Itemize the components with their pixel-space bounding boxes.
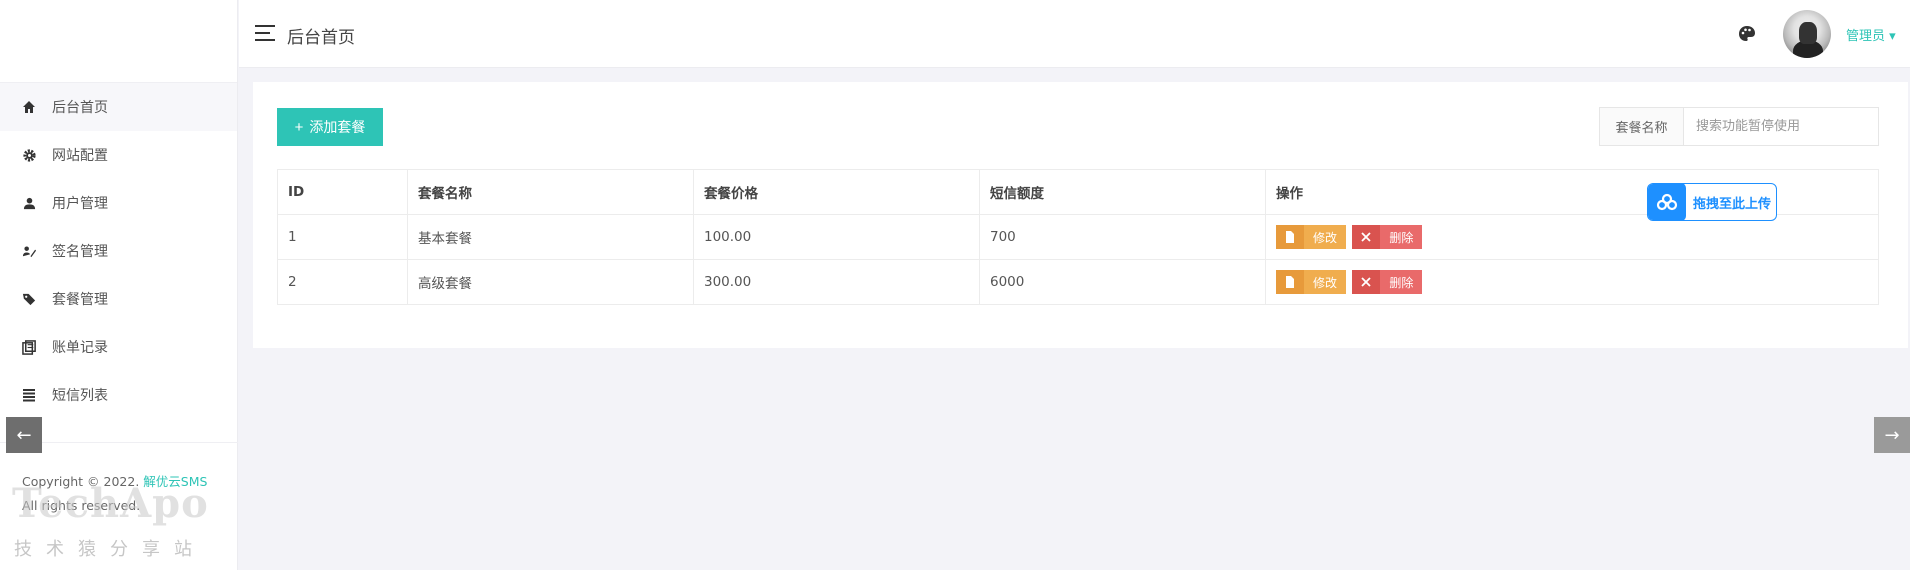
watermark-title: TechApo <box>12 480 209 527</box>
sidebar-item-label: 套餐管理 <box>52 292 108 308</box>
upload-label: 拖拽至此上传 <box>1693 196 1772 212</box>
plan-table: ID 套餐名称 套餐价格 短信额度 操作 1 基本套餐 100.00 700 修… <box>277 169 1879 305</box>
file-icon <box>1276 270 1304 294</box>
home-icon <box>20 98 38 116</box>
search-box: 套餐名称 <box>1599 107 1879 146</box>
delete-button[interactable]: 删除 <box>1352 225 1423 249</box>
baidu-cloud-icon <box>1648 184 1686 220</box>
cell-name: 基本套餐 <box>407 214 694 260</box>
sidebar-item-plans[interactable]: 套餐管理 <box>0 275 237 323</box>
page-title: 后台首页 <box>287 28 355 48</box>
edit-label: 修改 <box>1304 270 1347 294</box>
top-header: 后台首页 管理员 ▾ <box>239 0 1910 68</box>
sidebar-item-home[interactable]: 后台首页 <box>0 83 237 131</box>
arrow-left-button[interactable]: ← <box>6 417 42 453</box>
avatar[interactable] <box>1783 10 1831 58</box>
plus-icon: + <box>294 118 304 136</box>
sidebar-item-label: 签名管理 <box>52 244 108 260</box>
arrow-right-icon: → <box>1884 424 1900 446</box>
sidebar-item-label: 用户管理 <box>52 196 108 212</box>
search-label: 套餐名称 <box>1600 108 1684 145</box>
sidebar-item-label: 网站配置 <box>52 148 108 164</box>
cell-actions: 修改 删除 <box>1265 214 1879 260</box>
list-icon <box>20 386 38 404</box>
arrow-left-icon: ← <box>16 424 32 446</box>
table-row: 2 高级套餐 300.00 6000 修改 删除 <box>277 259 1879 305</box>
user-menu-dropdown[interactable]: 管理员 ▾ <box>1846 25 1896 44</box>
watermark-subtitle: 技术猿分享站 <box>14 539 206 560</box>
column-header-actions: 操作 <box>1265 169 1879 215</box>
column-header-price: 套餐价格 <box>693 169 980 215</box>
sidebar-item-label: 账单记录 <box>52 340 108 356</box>
cell-actions: 修改 删除 <box>1265 259 1879 305</box>
search-input[interactable] <box>1684 108 1878 145</box>
sidebar-item-bills[interactable]: 账单记录 <box>0 323 237 371</box>
sidebar-item-site-config[interactable]: 网站配置 <box>0 131 237 179</box>
user-icon <box>20 194 38 212</box>
hamburger-menu-icon[interactable] <box>255 25 275 41</box>
chevron-down-icon: ▾ <box>1889 29 1896 44</box>
sidebar-item-signatures[interactable]: 签名管理 <box>0 227 237 275</box>
sidebar-item-sms-list[interactable]: 短信列表 <box>0 371 237 419</box>
gear-icon <box>20 146 38 164</box>
sidebar-logo-area <box>0 0 237 83</box>
edit-button[interactable]: 修改 <box>1276 225 1347 249</box>
sidebar-item-label: 短信列表 <box>52 388 108 404</box>
cell-id: 1 <box>277 214 408 260</box>
column-header-quota: 短信额度 <box>979 169 1266 215</box>
add-plan-label: 添加套餐 <box>309 119 366 135</box>
sidebar-menu: 后台首页 网站配置 用户管理 签名管理 套餐管理 账单记录 短信列表 <box>0 83 237 419</box>
file-icon <box>1276 225 1304 249</box>
cell-quota: 700 <box>979 214 1266 260</box>
delete-button[interactable]: 删除 <box>1352 270 1423 294</box>
sidebar-item-users[interactable]: 用户管理 <box>0 179 237 227</box>
cell-id: 2 <box>277 259 408 305</box>
delete-label: 删除 <box>1380 225 1423 249</box>
cell-name: 高级套餐 <box>407 259 694 305</box>
table-row: 1 基本套餐 100.00 700 修改 删除 <box>277 214 1879 260</box>
signature-icon <box>20 242 38 260</box>
cell-quota: 6000 <box>979 259 1266 305</box>
book-icon <box>20 338 38 356</box>
column-header-id: ID <box>277 169 408 215</box>
cell-price: 100.00 <box>693 214 980 260</box>
palette-icon[interactable] <box>1737 24 1757 44</box>
close-icon <box>1352 270 1381 294</box>
cell-price: 300.00 <box>693 259 980 305</box>
table-header-row: ID 套餐名称 套餐价格 短信额度 操作 <box>277 169 1879 215</box>
delete-label: 删除 <box>1380 270 1423 294</box>
sidebar-item-label: 后台首页 <box>52 100 108 116</box>
watermark-logo: TechApo 技术猿分享站 <box>8 480 213 568</box>
drag-upload-button[interactable]: 拖拽至此上传 <box>1647 183 1777 221</box>
close-icon <box>1352 225 1381 249</box>
user-name: 管理员 <box>1846 29 1886 44</box>
tags-icon <box>20 290 38 308</box>
column-header-name: 套餐名称 <box>407 169 694 215</box>
add-plan-button[interactable]: + 添加套餐 <box>277 108 383 146</box>
arrow-right-button[interactable]: → <box>1874 417 1910 453</box>
edit-button[interactable]: 修改 <box>1276 270 1347 294</box>
edit-label: 修改 <box>1304 225 1347 249</box>
